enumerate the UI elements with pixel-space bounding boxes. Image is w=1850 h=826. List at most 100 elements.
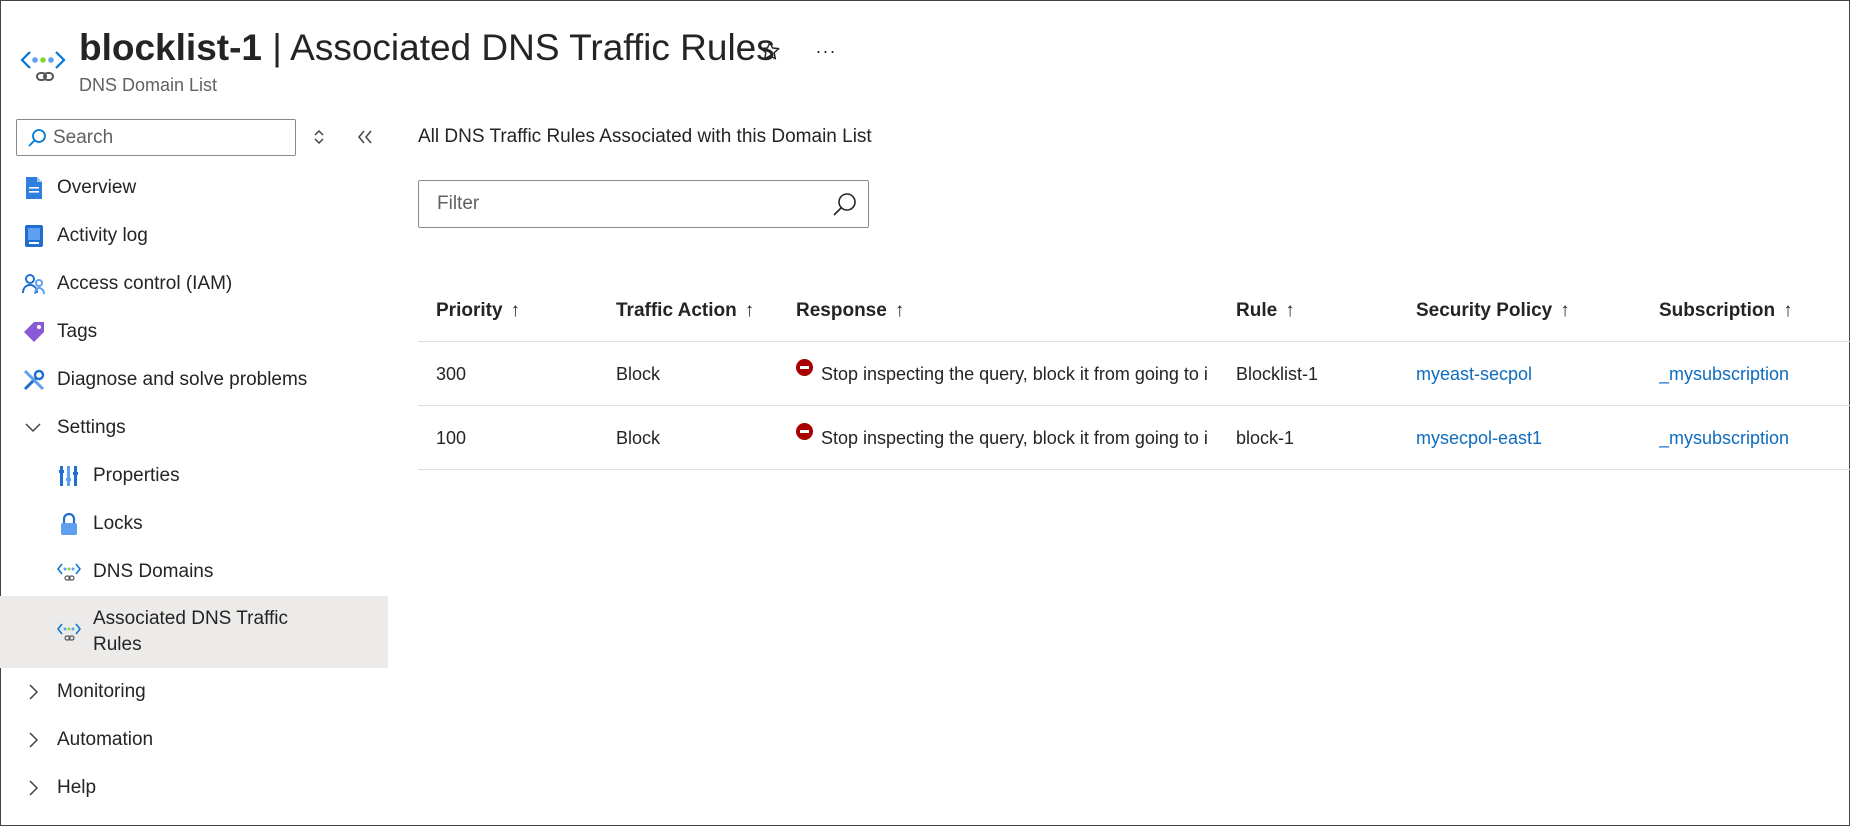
menu-item-activity-log[interactable]: Activity log (0, 212, 388, 260)
cell-priority: 300 (436, 363, 467, 384)
column-header-rule[interactable]: Rule ↑ (1236, 280, 1295, 342)
menu-item-label: Properties (93, 465, 180, 486)
column-label: Priority (436, 300, 503, 321)
sort-ascending-icon: ↑ (1560, 300, 1570, 321)
column-label: Response (796, 300, 887, 321)
cell-rule: block-1 (1236, 427, 1295, 448)
resource-menu-sidebar: Overview Activity log Access control (IA… (0, 116, 390, 826)
properties-icon (57, 464, 81, 488)
menu-search-box[interactable] (16, 119, 296, 156)
menu-item-label: Tags (57, 321, 98, 342)
sort-ascending-icon: ↑ (1783, 300, 1793, 321)
column-label: Security Policy (1416, 300, 1553, 321)
chevron-down-icon (25, 423, 41, 433)
column-header-traffic-action[interactable]: Traffic Action ↑ (616, 280, 754, 342)
cell-traffic-action: Block (616, 427, 661, 448)
menu-item-label: DNS Domains (93, 561, 214, 582)
block-icon (796, 359, 813, 376)
column-header-response[interactable]: Response ↑ (796, 280, 1221, 342)
dns-domain-list-icon (57, 620, 81, 644)
menu-item-access-control[interactable]: Access control (IAM) (0, 260, 388, 308)
chevron-right-icon (29, 780, 39, 796)
block-icon (796, 423, 813, 440)
menu-group-label: Automation (57, 729, 154, 750)
security-policy-link[interactable]: myeast-secpol (1416, 342, 1532, 406)
menu-group-monitoring[interactable]: Monitoring (0, 668, 388, 716)
sort-ascending-icon: ↑ (1285, 300, 1295, 321)
collapse-sidebar-button[interactable] (354, 126, 376, 148)
wrench-icon (22, 368, 46, 392)
iam-icon (22, 272, 46, 296)
menu-item-label: Locks (93, 513, 143, 534)
dns-domain-list-icon (20, 51, 66, 81)
menu-item-label: Activity log (57, 225, 148, 246)
column-label: Rule (1236, 300, 1278, 321)
subscription-link[interactable]: _mysubscription (1659, 342, 1789, 406)
tag-icon (22, 320, 46, 344)
more-icon: ··· (815, 40, 837, 61)
menu-group-label: Settings (57, 417, 126, 438)
table-row[interactable]: 300 Block Stop inspecting the query, blo… (418, 342, 1850, 406)
star-icon (760, 41, 780, 60)
traffic-rules-table: Priority ↑ Traffic Action ↑ Response ↑ Rule… (418, 280, 1850, 470)
menu-group-settings[interactable]: Settings (0, 404, 388, 452)
chevron-right-icon (29, 732, 39, 748)
page-title: blocklist-1 | Associated DNS Traffic Rul… (79, 26, 775, 70)
menu-item-dns-domains[interactable]: DNS Domains (0, 548, 388, 596)
section-title: All DNS Traffic Rules Associated with th… (418, 126, 872, 147)
double-chevron-left-icon (358, 130, 372, 144)
menu-item-diagnose[interactable]: Diagnose and solve problems (0, 356, 388, 404)
cell-response: Stop inspecting the query, block it from… (796, 406, 1221, 470)
title-separator: | (262, 27, 291, 68)
column-header-subscription[interactable]: Subscription ↑ (1659, 280, 1793, 342)
page-title-text: Associated DNS Traffic Rules (290, 27, 775, 68)
menu-item-properties[interactable]: Properties (0, 452, 388, 500)
resource-menu: Overview Activity log Access control (IA… (0, 164, 390, 812)
search-icon (28, 128, 46, 147)
search-icon[interactable] (832, 192, 858, 218)
filter-input[interactable] (437, 193, 817, 215)
column-label: Subscription (1659, 300, 1776, 321)
chevron-right-icon (29, 684, 39, 700)
menu-item-label: Diagnose and solve problems (57, 369, 308, 390)
menu-item-label: Access control (IAM) (57, 273, 233, 294)
column-header-security-policy[interactable]: Security Policy ↑ (1416, 280, 1570, 342)
menu-search-input[interactable] (53, 126, 283, 149)
menu-group-label: Help (57, 777, 97, 798)
response-text: Stop inspecting the query, block it from… (821, 427, 1208, 448)
cell-rule: Blocklist-1 (1236, 363, 1319, 384)
cell-response: Stop inspecting the query, block it from… (796, 342, 1221, 406)
menu-item-locks[interactable]: Locks (0, 500, 388, 548)
column-label: Traffic Action (616, 300, 737, 321)
menu-item-associated-dns-traffic-rules[interactable]: Associated DNS Traffic Rules (0, 596, 388, 668)
menu-group-help[interactable]: Help (0, 764, 388, 812)
more-actions-button[interactable]: ··· (811, 36, 841, 66)
expand-collapse-all-button[interactable] (308, 126, 330, 148)
resource-name: blocklist-1 (79, 27, 262, 68)
response-text: Stop inspecting the query, block it from… (821, 363, 1208, 384)
dns-domain-list-icon (57, 560, 81, 584)
menu-item-label: Overview (57, 177, 137, 198)
sort-ascending-icon: ↑ (744, 300, 755, 321)
table-header: Priority ↑ Traffic Action ↑ Response ↑ Rule… (418, 280, 1850, 342)
menu-item-label: Associated DNS Traffic Rules (93, 608, 289, 655)
menu-item-overview[interactable]: Overview (0, 164, 388, 212)
cell-priority: 100 (436, 427, 467, 448)
up-down-icon (314, 129, 324, 145)
column-header-priority[interactable]: Priority ↑ (436, 280, 520, 342)
menu-item-tags[interactable]: Tags (0, 308, 388, 356)
activity-log-icon (22, 224, 46, 248)
resource-type-subtitle: DNS Domain List (79, 75, 218, 95)
cell-traffic-action: Block (616, 363, 661, 384)
table-row[interactable]: 100 Block Stop inspecting the query, blo… (418, 406, 1850, 470)
sort-ascending-icon: ↑ (894, 300, 905, 321)
security-policy-link[interactable]: mysecpol-east1 (1416, 406, 1542, 470)
filter-box[interactable] (418, 180, 869, 228)
overview-icon (22, 176, 46, 200)
subscription-link[interactable]: _mysubscription (1659, 406, 1789, 470)
lock-icon (57, 512, 81, 536)
menu-group-automation[interactable]: Automation (0, 716, 388, 764)
sort-ascending-icon: ↑ (510, 300, 521, 321)
favorite-button[interactable] (755, 36, 785, 66)
menu-group-label: Monitoring (57, 681, 146, 702)
